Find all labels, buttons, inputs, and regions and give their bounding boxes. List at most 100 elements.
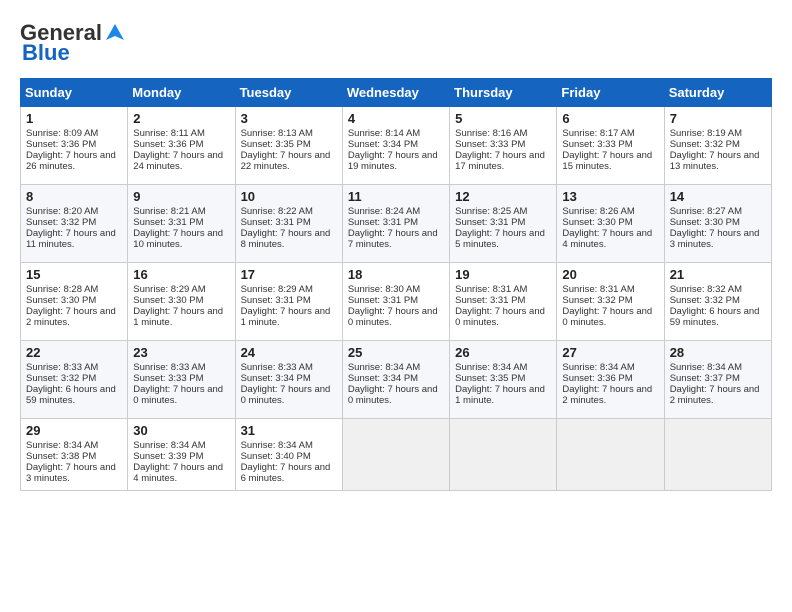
sunset-label: Sunset: 3:31 PM [348, 217, 418, 228]
daylight-label: Daylight: 7 hours and 3 minutes. [26, 462, 116, 484]
sunrise-label: Sunrise: 8:33 AM [241, 362, 313, 373]
sunset-label: Sunset: 3:32 PM [670, 139, 740, 150]
calendar-cell: 7 Sunrise: 8:19 AM Sunset: 3:32 PM Dayli… [664, 107, 771, 185]
sunrise-label: Sunrise: 8:27 AM [670, 206, 742, 217]
daylight-label: Daylight: 7 hours and 11 minutes. [26, 228, 116, 250]
sunrise-label: Sunrise: 8:28 AM [26, 284, 98, 295]
day-number: 4 [348, 111, 444, 126]
sunrise-label: Sunrise: 8:26 AM [562, 206, 634, 217]
daylight-label: Daylight: 7 hours and 24 minutes. [133, 150, 223, 172]
sunset-label: Sunset: 3:35 PM [241, 139, 311, 150]
sunrise-label: Sunrise: 8:34 AM [455, 362, 527, 373]
calendar-cell: 16 Sunrise: 8:29 AM Sunset: 3:30 PM Dayl… [128, 263, 235, 341]
daylight-label: Daylight: 7 hours and 2 minutes. [670, 384, 760, 406]
sunset-label: Sunset: 3:30 PM [670, 217, 740, 228]
header-saturday: Saturday [664, 79, 771, 107]
calendar-cell: 13 Sunrise: 8:26 AM Sunset: 3:30 PM Dayl… [557, 185, 664, 263]
page: General Blue SundayMondayTuesdayWednesda… [0, 0, 792, 501]
sunrise-label: Sunrise: 8:14 AM [348, 128, 420, 139]
calendar-week-2: 8 Sunrise: 8:20 AM Sunset: 3:32 PM Dayli… [21, 185, 772, 263]
header-monday: Monday [128, 79, 235, 107]
sunrise-label: Sunrise: 8:21 AM [133, 206, 205, 217]
day-number: 29 [26, 423, 122, 438]
daylight-label: Daylight: 7 hours and 0 minutes. [133, 384, 223, 406]
sunrise-label: Sunrise: 8:33 AM [133, 362, 205, 373]
sunset-label: Sunset: 3:30 PM [26, 295, 96, 306]
daylight-label: Daylight: 7 hours and 0 minutes. [241, 384, 331, 406]
day-number: 13 [562, 189, 658, 204]
day-number: 14 [670, 189, 766, 204]
sunrise-label: Sunrise: 8:31 AM [562, 284, 634, 295]
calendar-cell: 31 Sunrise: 8:34 AM Sunset: 3:40 PM Dayl… [235, 419, 342, 491]
sunset-label: Sunset: 3:31 PM [455, 295, 525, 306]
calendar-cell: 30 Sunrise: 8:34 AM Sunset: 3:39 PM Dayl… [128, 419, 235, 491]
calendar-cell: 22 Sunrise: 8:33 AM Sunset: 3:32 PM Dayl… [21, 341, 128, 419]
daylight-label: Daylight: 6 hours and 59 minutes. [670, 306, 760, 328]
sunrise-label: Sunrise: 8:16 AM [455, 128, 527, 139]
daylight-label: Daylight: 7 hours and 0 minutes. [348, 384, 438, 406]
day-number: 23 [133, 345, 229, 360]
daylight-label: Daylight: 7 hours and 7 minutes. [348, 228, 438, 250]
sunrise-label: Sunrise: 8:32 AM [670, 284, 742, 295]
daylight-label: Daylight: 7 hours and 15 minutes. [562, 150, 652, 172]
calendar-cell [557, 419, 664, 491]
day-number: 25 [348, 345, 444, 360]
sunset-label: Sunset: 3:36 PM [26, 139, 96, 150]
day-number: 7 [670, 111, 766, 126]
day-number: 27 [562, 345, 658, 360]
daylight-label: Daylight: 7 hours and 1 minute. [455, 384, 545, 406]
daylight-label: Daylight: 7 hours and 3 minutes. [670, 228, 760, 250]
header-tuesday: Tuesday [235, 79, 342, 107]
header-thursday: Thursday [450, 79, 557, 107]
calendar-cell [664, 419, 771, 491]
daylight-label: Daylight: 7 hours and 4 minutes. [562, 228, 652, 250]
sunset-label: Sunset: 3:32 PM [670, 295, 740, 306]
logo-blue: Blue [22, 40, 70, 66]
header-sunday: Sunday [21, 79, 128, 107]
day-number: 21 [670, 267, 766, 282]
day-number: 31 [241, 423, 337, 438]
sunrise-label: Sunrise: 8:34 AM [562, 362, 634, 373]
daylight-label: Daylight: 7 hours and 8 minutes. [241, 228, 331, 250]
daylight-label: Daylight: 7 hours and 6 minutes. [241, 462, 331, 484]
sunset-label: Sunset: 3:34 PM [348, 139, 418, 150]
sunset-label: Sunset: 3:33 PM [455, 139, 525, 150]
daylight-label: Daylight: 7 hours and 4 minutes. [133, 462, 223, 484]
sunrise-label: Sunrise: 8:34 AM [670, 362, 742, 373]
sunrise-label: Sunrise: 8:17 AM [562, 128, 634, 139]
calendar-cell: 6 Sunrise: 8:17 AM Sunset: 3:33 PM Dayli… [557, 107, 664, 185]
calendar-cell [450, 419, 557, 491]
sunset-label: Sunset: 3:33 PM [562, 139, 632, 150]
day-number: 28 [670, 345, 766, 360]
calendar-cell: 2 Sunrise: 8:11 AM Sunset: 3:36 PM Dayli… [128, 107, 235, 185]
day-number: 26 [455, 345, 551, 360]
calendar-cell: 11 Sunrise: 8:24 AM Sunset: 3:31 PM Dayl… [342, 185, 449, 263]
day-number: 1 [26, 111, 122, 126]
day-number: 17 [241, 267, 337, 282]
sunrise-label: Sunrise: 8:09 AM [26, 128, 98, 139]
calendar-week-3: 15 Sunrise: 8:28 AM Sunset: 3:30 PM Dayl… [21, 263, 772, 341]
sunset-label: Sunset: 3:38 PM [26, 451, 96, 462]
calendar-cell: 26 Sunrise: 8:34 AM Sunset: 3:35 PM Dayl… [450, 341, 557, 419]
calendar-cell: 19 Sunrise: 8:31 AM Sunset: 3:31 PM Dayl… [450, 263, 557, 341]
calendar-cell: 10 Sunrise: 8:22 AM Sunset: 3:31 PM Dayl… [235, 185, 342, 263]
calendar-cell: 14 Sunrise: 8:27 AM Sunset: 3:30 PM Dayl… [664, 185, 771, 263]
daylight-label: Daylight: 7 hours and 2 minutes. [26, 306, 116, 328]
sunrise-label: Sunrise: 8:33 AM [26, 362, 98, 373]
sunset-label: Sunset: 3:34 PM [348, 373, 418, 384]
daylight-label: Daylight: 7 hours and 10 minutes. [133, 228, 223, 250]
calendar-cell: 17 Sunrise: 8:29 AM Sunset: 3:31 PM Dayl… [235, 263, 342, 341]
sunrise-label: Sunrise: 8:29 AM [133, 284, 205, 295]
sunrise-label: Sunrise: 8:30 AM [348, 284, 420, 295]
day-number: 5 [455, 111, 551, 126]
calendar-week-1: 1 Sunrise: 8:09 AM Sunset: 3:36 PM Dayli… [21, 107, 772, 185]
day-number: 11 [348, 189, 444, 204]
calendar-cell: 25 Sunrise: 8:34 AM Sunset: 3:34 PM Dayl… [342, 341, 449, 419]
day-number: 24 [241, 345, 337, 360]
calendar-cell: 20 Sunrise: 8:31 AM Sunset: 3:32 PM Dayl… [557, 263, 664, 341]
logo: General Blue [20, 20, 126, 66]
sunrise-label: Sunrise: 8:34 AM [348, 362, 420, 373]
calendar-cell: 3 Sunrise: 8:13 AM Sunset: 3:35 PM Dayli… [235, 107, 342, 185]
calendar-cell: 12 Sunrise: 8:25 AM Sunset: 3:31 PM Dayl… [450, 185, 557, 263]
calendar-cell: 18 Sunrise: 8:30 AM Sunset: 3:31 PM Dayl… [342, 263, 449, 341]
